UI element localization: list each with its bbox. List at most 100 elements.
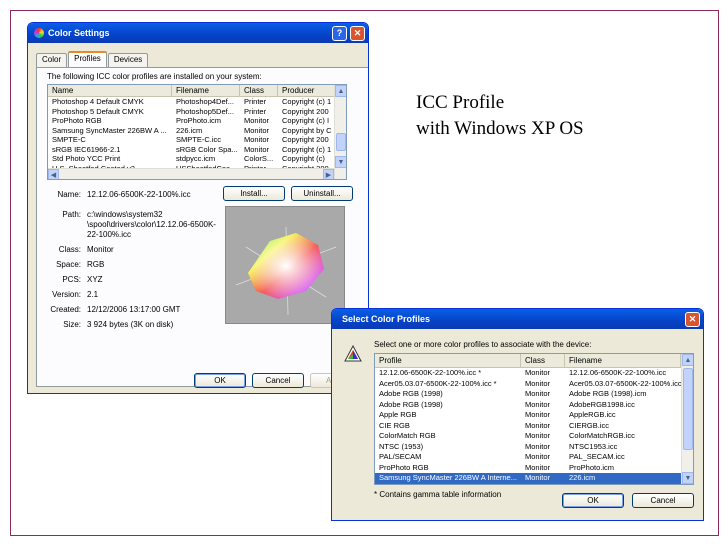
list-header: Profile Class Filename	[375, 354, 693, 368]
table-cell: ProPhoto.icm	[176, 116, 222, 125]
table-cell: Copyright 200	[282, 106, 329, 116]
scroll-right-icon[interactable]: ▶	[323, 169, 334, 179]
list-item[interactable]: 12.12.06-6500K-22-100%.icc * Monitor 12.12…	[375, 368, 693, 379]
list-item[interactable]: ColorMatch RGB Monitor ColorMatchRGB.icc	[375, 431, 693, 442]
close-button[interactable]: ✕	[350, 25, 365, 41]
tab-devices[interactable]: Devices	[107, 53, 149, 67]
table-cell: 226.icm	[569, 473, 596, 482]
list-body: 12.12.06-6500K-22-100%.icc * Monitor 12.12…	[375, 368, 693, 484]
table-cell: 12.12.06-6500K-22-100%.icc	[569, 368, 667, 377]
list-item[interactable]: PAL/SECAM Monitor PAL_SECAM.icc	[375, 452, 693, 463]
color-profile-icon	[344, 344, 362, 363]
install-button[interactable]: Install...	[223, 186, 285, 201]
table-cell: PAL/SECAM	[379, 452, 422, 461]
window-title: Select Color Profiles	[342, 314, 431, 324]
tab-color[interactable]: Color	[36, 53, 68, 67]
close-button[interactable]: ✕	[685, 311, 700, 327]
table-cell: ColorMatchRGB.icc	[569, 431, 635, 440]
version-label: Version:	[52, 290, 81, 299]
color-settings-app-icon	[34, 28, 44, 38]
table-cell: ProPhoto RGB	[52, 116, 102, 125]
name-value: 12.12.06-6500K-22-100%.icc	[87, 190, 191, 199]
scroll-up-icon[interactable]: ▲	[335, 85, 346, 97]
column-header-class[interactable]: Class	[240, 85, 278, 96]
table-cell: Monitor	[244, 144, 270, 154]
tab-profiles[interactable]: Profiles	[68, 51, 107, 67]
table-row[interactable]: Photoshop 5 Default CMYK Photoshop5Def...…	[48, 107, 346, 117]
table-cell: Copyright 200	[282, 135, 329, 144]
table-cell: Photoshop4Def...	[176, 97, 234, 106]
list-item[interactable]: ProPhoto RGB Monitor ProPhoto.icm	[375, 463, 693, 474]
ok-button[interactable]: OK	[562, 493, 624, 508]
column-header-name[interactable]: Name	[48, 85, 172, 96]
list-item[interactable]: Adobe RGB (1998) Monitor AdobeRGB1998.icc	[375, 400, 693, 411]
scroll-left-icon[interactable]: ◀	[48, 169, 59, 179]
table-cell: Copyright (c) I	[282, 116, 330, 125]
scroll-down-icon[interactable]: ▼	[682, 472, 693, 484]
help-button[interactable]: ?	[332, 25, 347, 41]
table-cell: Photoshop5Def...	[176, 106, 234, 116]
table-cell: Printer	[244, 106, 267, 116]
gamut-plot-image	[225, 206, 345, 324]
list-item[interactable]: Adobe RGB (1998) Monitor Adobe RGB (1998).…	[375, 389, 693, 400]
table-cell: Monitor	[525, 452, 551, 461]
cancel-button[interactable]: Cancel	[632, 493, 694, 508]
vertical-scrollbar[interactable]: ▲ ▼	[681, 354, 693, 484]
scroll-down-icon[interactable]: ▼	[335, 156, 346, 168]
table-row[interactable]: Samsung SyncMaster 226BW A ... 226.icm Mon…	[48, 126, 346, 136]
table-cell: Std Photo YCC Print	[52, 154, 121, 163]
table-cell: Monitor	[244, 135, 270, 144]
list-header: Name Filename Class Producer	[48, 85, 346, 97]
table-row[interactable]: SMPTE-C SMPTE-C.icc Monitor Copyright 200	[48, 135, 346, 145]
scroll-thumb[interactable]	[683, 368, 693, 450]
vertical-scrollbar[interactable]: ▲ ▼	[334, 85, 346, 179]
table-cell: sRGB IEC61966-2.1	[52, 144, 121, 154]
table-cell: Monitor	[525, 368, 551, 377]
list-item[interactable]: NTSC (1953) Monitor NTSC1953.icc	[375, 442, 693, 453]
created-value: 12/12/2006 13:17:00 GMT	[87, 305, 181, 314]
table-cell: Copyright (c) 1	[282, 97, 332, 106]
table-cell: Monitor	[525, 410, 551, 419]
table-row[interactable]: Std Photo YCC Print stdpycc.icm ColorS... C…	[48, 154, 346, 164]
table-cell: Printer	[244, 97, 267, 106]
table-cell: SMPTE-C	[52, 135, 86, 144]
table-cell: Adobe RGB (1998)	[379, 389, 443, 398]
column-header-profile[interactable]: Profile	[375, 354, 521, 367]
table-cell: Apple RGB	[379, 410, 417, 419]
column-header-producer[interactable]: Producer	[278, 85, 336, 96]
list-item[interactable]: Acer05.03.07-6500K-22-100%.icc * Monitor A…	[375, 379, 693, 390]
list-item[interactable]: Apple RGB Monitor AppleRGB.icc	[375, 410, 693, 421]
size-label: Size:	[63, 320, 81, 329]
table-row[interactable]: Photoshop 4 Default CMYK Photoshop4Def...…	[48, 97, 346, 107]
table-cell: CIE RGB	[379, 420, 410, 430]
column-header-class[interactable]: Class	[521, 354, 565, 367]
table-cell: Monitor	[525, 441, 551, 451]
space-label: Space:	[56, 260, 81, 269]
profile-select-list[interactable]: Profile Class Filename 12.12.06-6500K-22…	[374, 353, 694, 485]
column-header-filename[interactable]: Filename	[172, 85, 240, 96]
color-settings-titlebar[interactable]: Color Settings ? ✕	[28, 23, 368, 43]
select-profiles-titlebar[interactable]: Select Color Profiles ✕	[332, 309, 703, 329]
scroll-up-icon[interactable]: ▲	[682, 354, 693, 366]
table-row[interactable]: sRGB IEC61966-2.1 sRGB Color Spa... Monito…	[48, 145, 346, 155]
horizontal-scrollbar[interactable]: ◀ ▶	[48, 168, 334, 179]
table-cell: Photoshop 5 Default CMYK	[52, 106, 144, 116]
list-item[interactable]: CIE RGB Monitor CIERGB.icc	[375, 421, 693, 432]
table-cell: Monitor	[525, 389, 551, 398]
column-header-filename[interactable]: Filename	[565, 354, 681, 367]
slide-caption: ICC Profile with Windows XP OS	[416, 90, 584, 142]
list-body: Photoshop 4 Default CMYK Photoshop4Def...…	[48, 97, 346, 173]
table-cell: CIERGB.icc	[569, 420, 610, 430]
table-cell: ColorS...	[244, 154, 274, 163]
version-value: 2.1	[87, 290, 99, 299]
scroll-thumb[interactable]	[336, 133, 346, 151]
table-cell: Copyright (c) 1	[282, 144, 332, 154]
ok-button[interactable]: OK	[194, 373, 246, 388]
table-row[interactable]: ProPhoto RGB ProPhoto.icm Monitor Copyright…	[48, 116, 346, 126]
uninstall-button[interactable]: Uninstall...	[291, 186, 353, 201]
table-cell: Samsung SyncMaster 226BW A Interne...	[379, 473, 517, 482]
path-label: Path:	[62, 210, 81, 219]
list-item[interactable]: Samsung SyncMaster 226BW A Interne... Mon…	[375, 473, 693, 484]
cancel-button[interactable]: Cancel	[252, 373, 304, 388]
installed-profiles-list[interactable]: Name Filename Class Producer Photoshop 4…	[47, 84, 347, 180]
